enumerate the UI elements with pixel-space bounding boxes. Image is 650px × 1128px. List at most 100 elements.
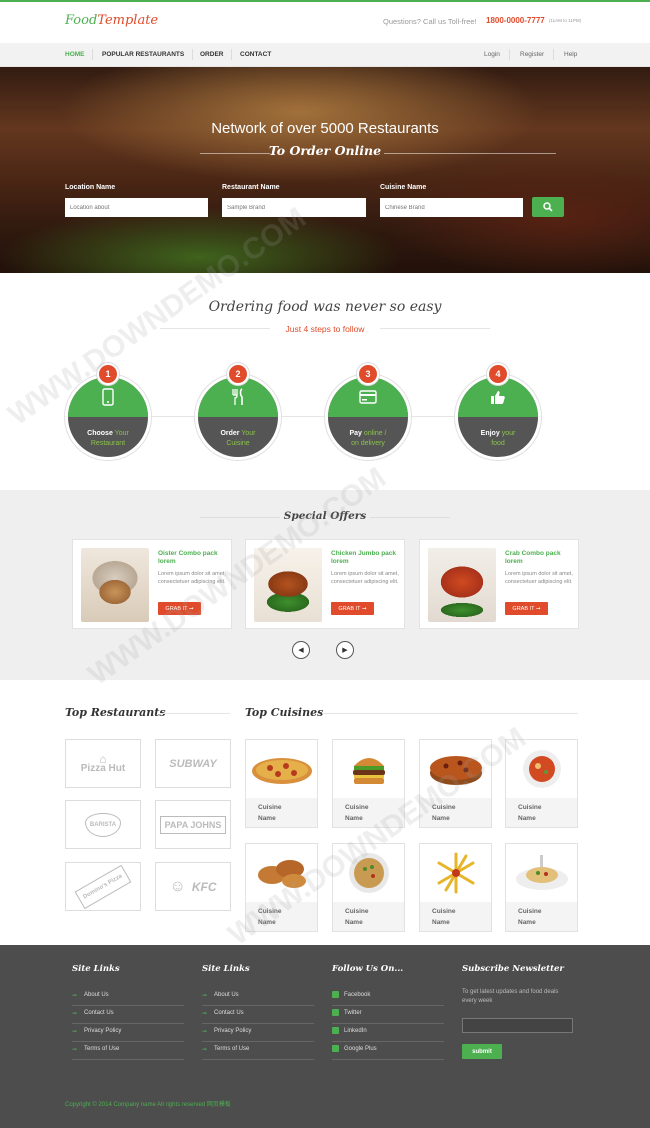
- call-question: Questions? Call us Toll-free!: [383, 17, 477, 26]
- offer-title[interactable]: Crab Combo pack lorem: [505, 550, 575, 566]
- subway-logo[interactable]: SUBWAY: [155, 739, 231, 788]
- grab-it-button[interactable]: GRAB IT ➞: [158, 602, 201, 615]
- barista-logo[interactable]: BARISTA: [65, 800, 141, 849]
- carousel-prev-button[interactable]: ◀: [292, 641, 310, 659]
- soup-bowl-image: [506, 740, 577, 798]
- cuisine-label: Cuisine Name: [380, 184, 427, 191]
- footer-newsletter-title: Subscribe Newsletter: [462, 964, 564, 974]
- footer-link-privacy[interactable]: ➞ Privacy Policy: [72, 1024, 184, 1042]
- footer-site-links-title: Site Links: [72, 964, 120, 974]
- cuisine-name: Cuisine Name: [258, 908, 282, 926]
- step-text: Pay online / on delivery: [349, 430, 387, 447]
- footer-link-contact[interactable]: ➞ Contact Us: [72, 1006, 184, 1024]
- step-pay: Pay online / on delivery: [325, 374, 411, 460]
- restaurant-input[interactable]: [222, 198, 366, 217]
- offer-card: Oister Combo pack lorem Lorem ipsum dolo…: [72, 539, 232, 629]
- nav-item-order[interactable]: ORDER: [200, 51, 223, 58]
- offer-description: Lorem ipsum dolor sit amet, consectetuer…: [505, 571, 573, 585]
- credit-card-icon: [359, 390, 377, 404]
- step-order: Order Your Cuisine: [195, 374, 281, 460]
- arrow-right-icon: ➞: [202, 1047, 208, 1053]
- top-accent-line: [0, 0, 650, 2]
- cuisine-name: Cuisine Name: [432, 908, 456, 926]
- thumbs-up-icon: [491, 391, 505, 404]
- noodle-bowl-image: [333, 844, 404, 902]
- section-divider: [160, 713, 230, 714]
- newsletter-email-input[interactable]: [462, 1018, 573, 1033]
- crab-food-image: [428, 548, 496, 622]
- papa-johns-logo[interactable]: PAPA JOHNS: [155, 800, 231, 849]
- nav-divider: [553, 49, 554, 60]
- footer-link-terms[interactable]: ➞ Terms of Use: [72, 1042, 184, 1060]
- cuisine-card[interactable]: Cuisine Name: [332, 843, 405, 932]
- grab-it-button[interactable]: GRAB IT ➞: [331, 602, 374, 615]
- call-hours: (11AM to 11PM): [549, 18, 582, 23]
- cuisine-card[interactable]: Cuisine Name: [505, 739, 578, 828]
- nav-divider: [231, 49, 232, 60]
- step-text: Order Your Cuisine: [220, 430, 256, 447]
- cuisine-name: Cuisine Name: [345, 804, 369, 822]
- nav-item-home[interactable]: HOME: [65, 51, 85, 58]
- step-choose: Choose Your Restaurant: [65, 374, 151, 460]
- call-number[interactable]: 1800-0000-7777: [486, 16, 545, 25]
- step-number-badge: 3: [357, 363, 379, 385]
- carousel-next-button[interactable]: ▶: [336, 641, 354, 659]
- cuisine-card[interactable]: Cuisine Name: [245, 843, 318, 932]
- cuisine-name: Cuisine Name: [518, 804, 542, 822]
- offer-title[interactable]: Chicken Jumbo pack lorem: [331, 550, 401, 566]
- logo-part-template: Template: [97, 13, 159, 28]
- arrow-right-icon: ➞: [72, 993, 78, 999]
- dominos-logo[interactable]: Domino's Pizza: [65, 862, 141, 911]
- pizza-hut-logo[interactable]: ⌂ Pizza Hut: [65, 739, 141, 788]
- search-button[interactable]: [532, 197, 564, 217]
- location-label: Location Name: [65, 184, 116, 191]
- nav-item-contact[interactable]: CONTACT: [240, 51, 271, 58]
- logo-part-food: Food: [65, 13, 98, 28]
- hero-overlay: [0, 67, 650, 273]
- page: FoodTemplate Questions? Call us Toll-fre…: [0, 0, 650, 1128]
- arrow-right-icon: ➞: [202, 993, 208, 999]
- cuisine-input[interactable]: [380, 198, 523, 217]
- steps-title: Ordering food was never so easy: [208, 299, 442, 315]
- deep-dish-pizza-image: [420, 740, 491, 798]
- arrow-right-icon: ➞: [202, 1029, 208, 1035]
- footer-social-twitter[interactable]: Twitter: [332, 1006, 444, 1024]
- kfc-logo[interactable]: ☺ KFC: [155, 862, 231, 911]
- grab-it-button[interactable]: GRAB IT ➞: [505, 602, 548, 615]
- oyster-food-image: [81, 548, 149, 622]
- footer-social-facebook[interactable]: Facebook: [332, 988, 444, 1006]
- step-number-badge: 2: [227, 363, 249, 385]
- step-text: Choose Your Restaurant: [87, 430, 129, 447]
- footer-site-links-title-2: Site Links: [202, 964, 250, 974]
- nav-item-popular-restaurants[interactable]: POPULAR RESTAURANTS: [102, 51, 184, 58]
- hero-subtitle: To Order Online: [268, 143, 382, 158]
- nav-divider: [509, 49, 510, 60]
- chevron-left-icon: ◀: [298, 647, 304, 654]
- nav-help[interactable]: Help: [564, 51, 577, 58]
- cuisine-card[interactable]: Cuisine Name: [419, 739, 492, 828]
- cuisine-name: Cuisine Name: [518, 908, 542, 926]
- chicken-food-image: [254, 548, 322, 622]
- step-number-badge: 1: [97, 363, 119, 385]
- location-input[interactable]: [65, 198, 208, 217]
- nav-register[interactable]: Register: [520, 51, 544, 58]
- burger-food-image: [333, 740, 404, 798]
- cuisine-card[interactable]: Cuisine Name: [245, 739, 318, 828]
- footer-link-privacy[interactable]: ➞ Privacy Policy: [202, 1024, 314, 1042]
- footer-link-contact[interactable]: ➞ Contact Us: [202, 1006, 314, 1024]
- cuisine-card[interactable]: Cuisine Name: [505, 843, 578, 932]
- offer-title[interactable]: Oister Combo pack lorem: [158, 550, 228, 566]
- newsletter-submit-button[interactable]: submit: [462, 1044, 502, 1059]
- footer-link-about[interactable]: ➞ About Us: [202, 988, 314, 1006]
- cuisine-card[interactable]: Cuisine Name: [419, 843, 492, 932]
- logo[interactable]: FoodTemplate: [65, 13, 158, 28]
- footer-link-terms[interactable]: ➞ Terms of Use: [202, 1042, 314, 1060]
- footer-link-about[interactable]: ➞ About Us: [72, 988, 184, 1006]
- nav-login[interactable]: Login: [484, 51, 500, 58]
- footer-social-linkedin[interactable]: LinkedIn: [332, 1024, 444, 1042]
- cuisine-card[interactable]: Cuisine Name: [332, 739, 405, 828]
- steps-subtitle: Just 4 steps to follow: [285, 324, 365, 334]
- cuisine-name: Cuisine Name: [345, 908, 369, 926]
- footer-follow-title: Follow Us On...: [332, 964, 404, 974]
- footer-social-googleplus[interactable]: Google Plus: [332, 1042, 444, 1060]
